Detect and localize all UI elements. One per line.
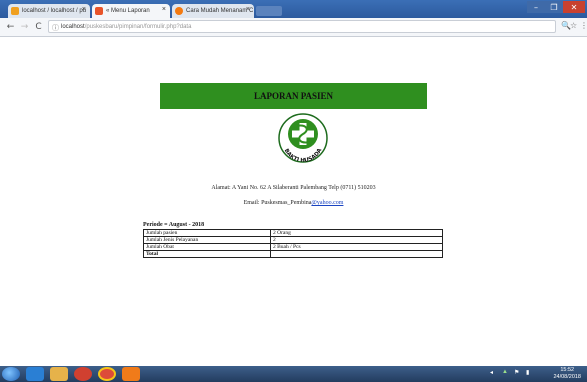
table-row: Jumlah Obat 2 Buah / Pcs [143, 243, 443, 251]
tab-label: localhost / localhost / pu [22, 8, 87, 14]
row-value: 2 [270, 236, 443, 244]
tab-favicon-icon [95, 7, 103, 15]
row-value: 2 Buah / Pcs [270, 243, 443, 251]
star-icon[interactable]: ☆ [570, 21, 577, 30]
back-button[interactable]: ← [5, 21, 16, 32]
table-row-total: Total [143, 250, 443, 258]
xampp-taskbar-icon[interactable] [122, 367, 140, 381]
close-window-button[interactable]: ✕ [563, 1, 585, 13]
tab-label: « Menu Laporan [106, 8, 150, 14]
info-icon[interactable]: ⓘ [52, 23, 59, 33]
tab-close-icon[interactable]: × [162, 6, 166, 13]
media-taskbar-icon[interactable] [74, 367, 92, 381]
address-line: Alamat: A Yani No. 62 A Silaberanti Pale… [211, 185, 376, 191]
email-name: Puskesmas_Pembina [261, 200, 312, 206]
tab-cara-mudah[interactable]: Cara Mudah Menanam C × [172, 4, 254, 18]
row-label: Jumlah pasien [143, 229, 271, 237]
email-link[interactable]: @yahoo.com [311, 200, 343, 206]
tab-label: Cara Mudah Menanam C [186, 8, 254, 14]
browser-toolbar: ← → C ⓘ localhost/puskesbaru/pimpinan/fo… [0, 18, 587, 37]
clock-date: 24/08/2018 [553, 374, 581, 380]
menu-icon[interactable]: ⋮ [580, 21, 587, 30]
clock-time: 15:52 [560, 367, 575, 373]
row-value [270, 250, 443, 258]
tab-menu-laporan[interactable]: « Menu Laporan × [92, 4, 170, 18]
row-label: Total [143, 250, 271, 258]
bakti-husada-logo: BAKTI HUSADA [278, 113, 328, 164]
tab-close-icon[interactable]: × [246, 6, 250, 13]
forward-button[interactable]: → [19, 21, 30, 32]
row-value: 2 Orang [270, 229, 443, 237]
battery-icon[interactable]: ▮ [526, 369, 529, 376]
email-label: Email: [243, 200, 262, 206]
taskbar-clock[interactable]: 15:52 24/08/2018 [553, 367, 581, 381]
new-tab-button[interactable] [256, 6, 282, 16]
url-path: /puskesbaru/pimpinan/formulir.php?data [84, 23, 192, 30]
os-taskbar: ◂ ▲ ⚑ ▮ 15:52 24/08/2018 [0, 366, 587, 382]
row-label: Jumlah Obat [143, 243, 271, 251]
maximize-button[interactable]: ❐ [545, 1, 563, 13]
table-row: Jumlah pasien 2 Orang [143, 229, 443, 237]
network-icon[interactable]: ▲ [502, 369, 508, 375]
ie-taskbar-icon[interactable] [26, 367, 44, 381]
tab-favicon-icon [175, 7, 183, 15]
flag-icon[interactable]: ⚑ [514, 369, 519, 376]
url-host: localhost [61, 23, 85, 30]
tab-localhost[interactable]: localhost / localhost / pu × [8, 4, 90, 18]
folder-taskbar-icon[interactable] [50, 367, 68, 381]
report-table: Jumlah pasien 2 Orang Jumlah Jenis Pelay… [143, 229, 443, 258]
row-label: Jumlah Jenis Pelayanan [143, 236, 271, 244]
address-bar[interactable]: ⓘ localhost/puskesbaru/pimpinan/formulir… [48, 20, 556, 33]
period-label: Periode = August - 2018 [143, 222, 205, 228]
table-row: Jumlah Jenis Pelayanan 2 [143, 236, 443, 244]
email-line: Email: Puskesmas_Pembina@yahoo.com [0, 200, 587, 206]
minimize-button[interactable]: – [527, 1, 545, 13]
chrome-taskbar-icon[interactable] [98, 367, 116, 381]
reload-button[interactable]: C [33, 21, 44, 32]
speaker-icon[interactable]: ◂ [490, 369, 493, 376]
tab-favicon-icon [11, 7, 19, 15]
browser-titlebar: localhost / localhost / pu × « Menu Lapo… [0, 0, 587, 18]
start-button[interactable] [2, 367, 20, 381]
tab-close-icon[interactable]: × [82, 6, 86, 13]
report-banner: LAPORAN PASIEN [160, 83, 427, 109]
page-title: LAPORAN PASIEN [253, 91, 334, 101]
